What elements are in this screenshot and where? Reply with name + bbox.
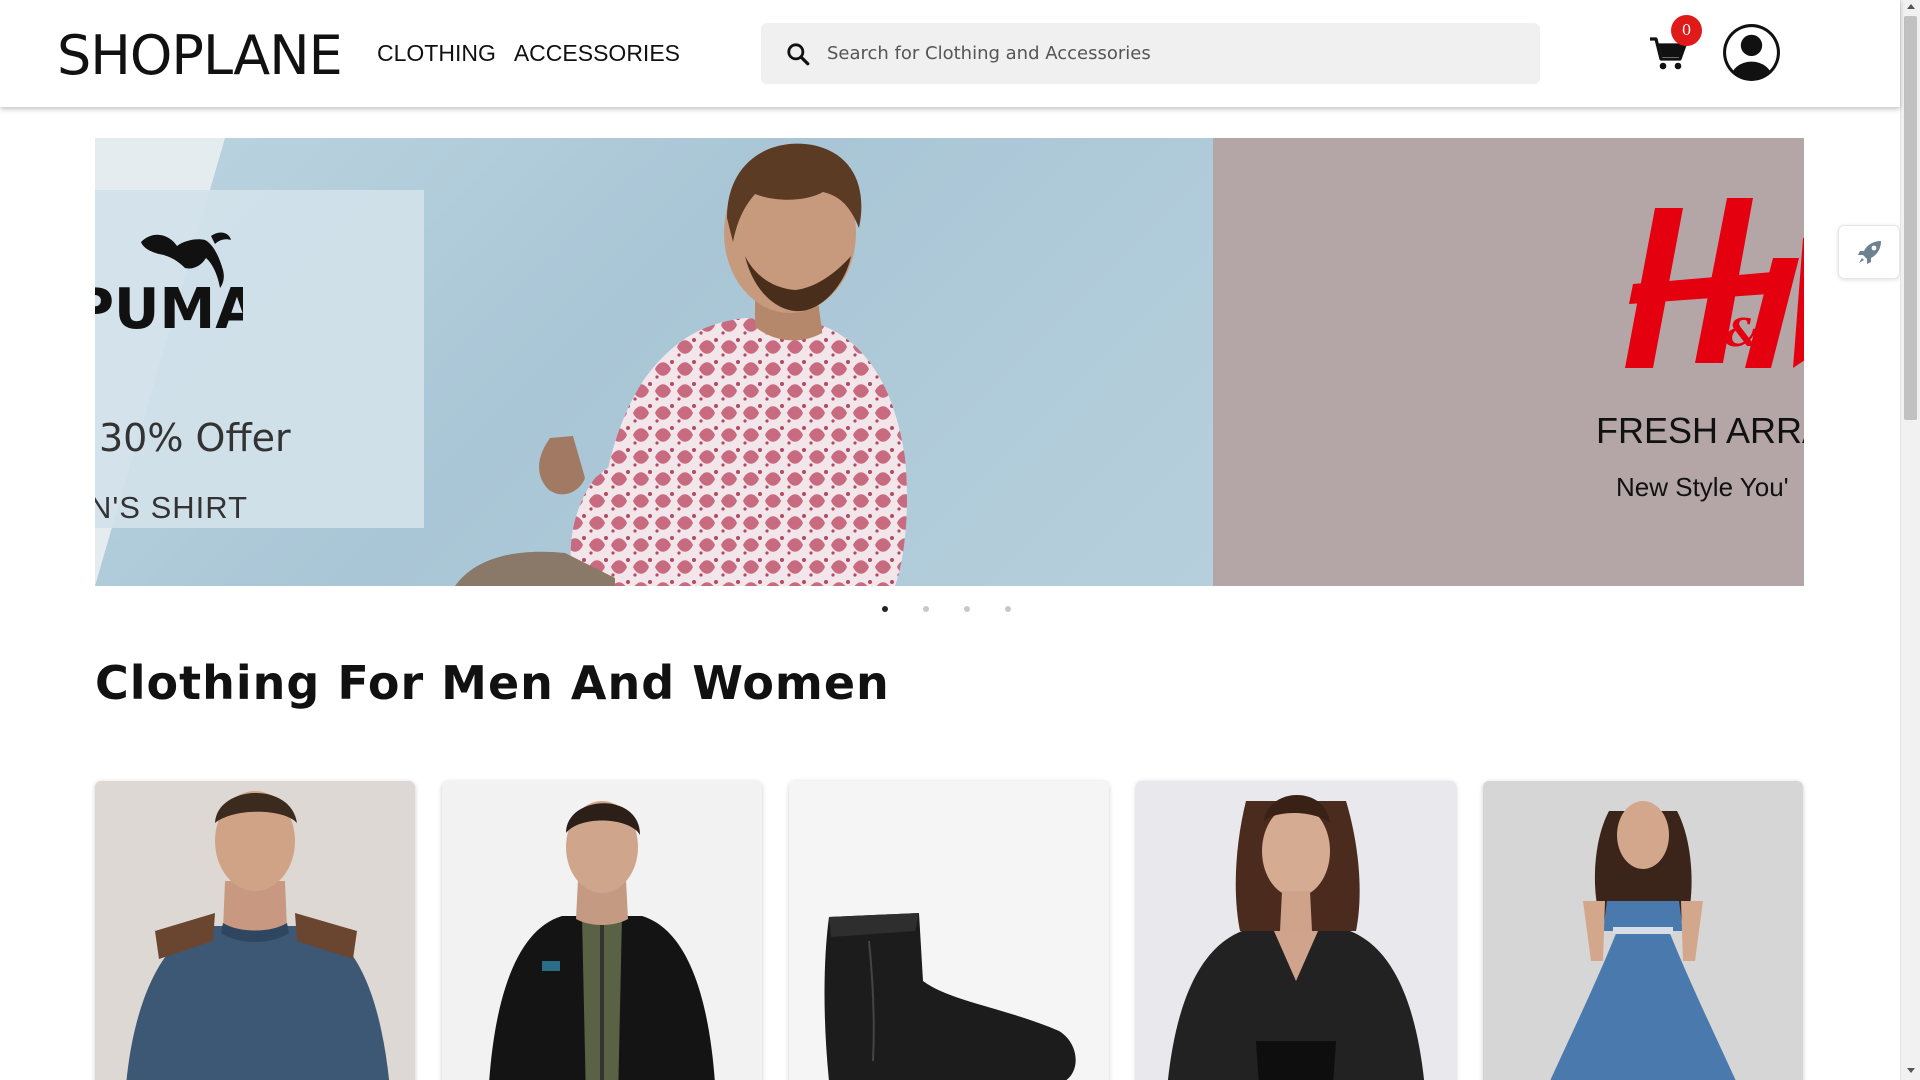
offer-panel: PUMA 30% Offer N'S SHIRT	[95, 190, 424, 528]
carousel-dot-1[interactable]	[882, 606, 888, 612]
carousel-dot-3[interactable]	[964, 606, 970, 612]
carousel-slide-puma[interactable]: PUMA 30% Offer N'S SHIRT	[95, 138, 1213, 586]
user-account-icon[interactable]	[1721, 22, 1782, 83]
scroll-up-arrow-icon[interactable]	[1907, 4, 1915, 9]
nav-clothing-link[interactable]: CLOTHING	[377, 40, 496, 67]
product-card[interactable]	[1483, 781, 1803, 1080]
product-grid	[95, 781, 1803, 1080]
search-input[interactable]	[827, 33, 1517, 73]
rocket-icon	[1858, 241, 1881, 264]
main-nav: CLOTHING ACCESSORIES	[377, 40, 680, 67]
carousel-slide-hm[interactable]: & FRESH ARRA New Style You'	[1213, 138, 1804, 586]
slide-offer-text: 30% Offer	[99, 416, 291, 460]
side-widget-button[interactable]	[1838, 225, 1900, 279]
scroll-down-arrow-icon[interactable]	[1907, 1068, 1915, 1073]
search-icon[interactable]	[785, 41, 811, 67]
scrollbar-thumb[interactable]	[1904, 16, 1917, 420]
black-leather-boot-image	[789, 781, 1109, 1080]
puma-logo-text: PUMA	[95, 277, 243, 338]
woman-in-blue-denim-dress-image	[1483, 781, 1803, 1080]
site-header: SHOPLANE CLOTHING ACCESSORIES 0	[0, 0, 1900, 107]
product-card[interactable]	[95, 781, 415, 1080]
slide-headline: FRESH ARRA	[1596, 410, 1804, 451]
section-title: Clothing For Men And Women	[95, 656, 890, 710]
page: SHOPLANE CLOTHING ACCESSORIES 0	[0, 0, 1920, 1080]
product-card[interactable]	[1136, 781, 1456, 1080]
man-in-blue-sweater-image	[95, 781, 415, 1080]
hero-carousel[interactable]: PUMA 30% Offer N'S SHIRT & FRESH ARRA Ne…	[95, 138, 1804, 586]
woman-in-leather-jacket-image	[1136, 781, 1456, 1080]
search-bar	[761, 23, 1540, 84]
vertical-scrollbar[interactable]	[1900, 0, 1920, 1080]
carousel-dot-4[interactable]	[1005, 606, 1011, 612]
nav-accessories-link[interactable]: ACCESSORIES	[514, 40, 680, 67]
hm-logo: &	[1625, 198, 1804, 368]
man-in-black-jacket-image	[442, 781, 762, 1080]
product-card[interactable]	[442, 781, 762, 1080]
slide-tagline: New Style You'	[1616, 472, 1789, 502]
slide-subtitle: N'S SHIRT	[95, 490, 249, 525]
puma-logo: PUMA	[95, 232, 243, 338]
product-card[interactable]	[789, 781, 1109, 1080]
carousel-dot-2[interactable]	[923, 606, 929, 612]
cart-count-badge: 0	[1671, 15, 1702, 46]
site-logo[interactable]: SHOPLANE	[57, 24, 343, 87]
carousel-indicators	[882, 606, 1011, 612]
model-in-shirt-image	[455, 143, 907, 586]
